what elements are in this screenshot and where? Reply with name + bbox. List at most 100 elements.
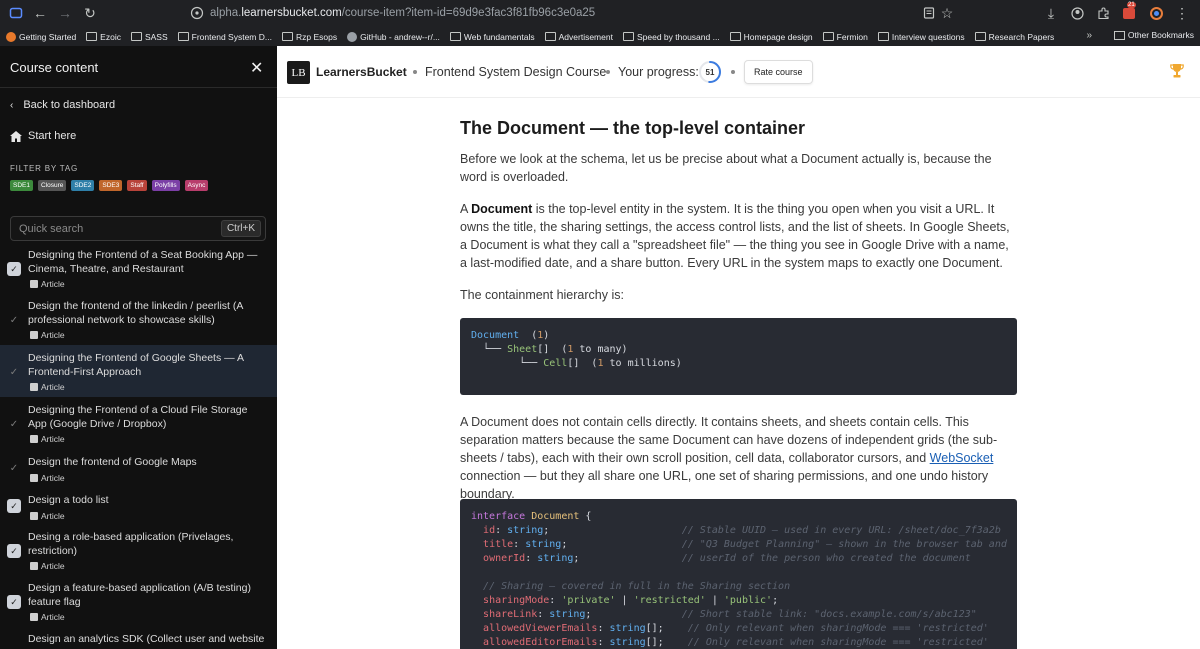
chevron-left-icon: ‹: [10, 99, 14, 111]
colorful-extension-icon[interactable]: [1146, 3, 1166, 23]
progress-label: Your progress:: [618, 65, 699, 79]
bookmark-item[interactable]: Fermion: [822, 32, 868, 42]
completed-check-icon[interactable]: ✓: [7, 499, 21, 513]
lesson-type: Article: [30, 434, 65, 444]
quick-search-input[interactable]: Quick search Ctrl+K: [10, 216, 266, 241]
completed-check-icon[interactable]: ✓: [7, 544, 21, 558]
lesson-type: Article: [30, 473, 65, 483]
folder-icon: [822, 32, 834, 41]
more-bookmarks-icon[interactable]: »: [1086, 30, 1092, 41]
browser-chrome: ← → ↻ alpha.learnersbucket.com/course-it…: [0, 0, 1200, 46]
tag-filter-async[interactable]: Async: [184, 180, 209, 191]
close-icon[interactable]: ✕: [250, 58, 263, 78]
course-title: Frontend System Design Course: [425, 65, 607, 79]
reader-mode-icon[interactable]: [919, 3, 939, 23]
tag-filter-sde3[interactable]: SDE3: [99, 180, 123, 191]
incomplete-check-icon[interactable]: ✓: [7, 417, 21, 431]
bookmark-item[interactable]: GitHub - andrew--r/...: [347, 31, 440, 42]
code-block-document-interface: interface Document { id: string; // Stab…: [460, 499, 1017, 649]
bookmark-item[interactable]: Frontend System D...: [177, 31, 272, 42]
bookmark-item[interactable]: Rzp Esops: [281, 32, 337, 42]
home-icon: [10, 130, 22, 142]
lesson-type-label: Article: [41, 382, 65, 392]
bookmark-label: Speed by thousand ...: [636, 31, 720, 42]
menu-icon[interactable]: ⋮: [1172, 3, 1192, 23]
start-here-link[interactable]: Start here: [10, 130, 76, 142]
bookmark-item[interactable]: SASS: [130, 32, 168, 42]
back-icon[interactable]: ←: [30, 3, 50, 23]
tag-filter-closure[interactable]: Closure: [37, 180, 67, 191]
incomplete-check-icon[interactable]: ✓: [7, 313, 21, 327]
tag-filter-sde1[interactable]: SDE1: [10, 180, 33, 191]
bookmark-label: Advertisement: [558, 31, 613, 42]
bookmark-label: Frontend System D...: [191, 31, 272, 42]
reload-icon[interactable]: ↻: [80, 3, 100, 23]
address-bar[interactable]: alpha.learnersbucket.com/course-item?ite…: [178, 1, 962, 24]
completed-check-icon[interactable]: ✓: [7, 595, 21, 609]
site-info-icon[interactable]: [190, 6, 204, 20]
article-icon: [30, 562, 38, 570]
brand-name[interactable]: LearnersBucket: [316, 65, 407, 79]
folder-icon: [974, 32, 986, 41]
bookmark-item[interactable]: Advertisement: [544, 31, 613, 42]
forward-icon[interactable]: →: [55, 3, 75, 23]
lesson-item[interactable]: ✓ Design a todo list Article: [0, 487, 277, 524]
download-icon[interactable]: ⤓: [1041, 3, 1061, 23]
search-shortcut-badge: Ctrl+K: [220, 220, 261, 237]
extensions-icon[interactable]: [1093, 3, 1113, 23]
lesson-type: Article: [30, 279, 65, 289]
incomplete-check-icon[interactable]: ✓: [7, 365, 21, 379]
article-icon: [30, 383, 38, 391]
paragraph-separation: A Document does not contain cells direct…: [460, 415, 998, 501]
course-topbar: LB LearnersBucket Frontend System Design…: [277, 46, 1200, 98]
completed-check-icon[interactable]: ✓: [7, 262, 21, 276]
bookmark-star-icon[interactable]: ☆: [937, 3, 957, 23]
bookmark-label: Ezoic: [100, 31, 121, 42]
back-to-dashboard-link[interactable]: ‹ Back to dashboard: [10, 99, 115, 111]
bookmark-item[interactable]: Interview questions: [877, 32, 965, 42]
lesson-item[interactable]: ✓Design an analytics SDK (Collect user a…: [0, 626, 277, 649]
tag-filter-sde2[interactable]: SDE2: [71, 180, 95, 191]
bookmark-item[interactable]: Ezoic: [86, 32, 121, 42]
bookmark-item[interactable]: Getting Started: [6, 31, 76, 42]
back-to-dashboard-label: Back to dashboard: [23, 99, 116, 111]
lesson-item[interactable]: ✓ Design the frontend of Google Maps Artic…: [0, 449, 277, 487]
lesson-item[interactable]: ✓ Designing the Frontend of Google Sheets…: [0, 345, 277, 397]
bookmark-label: Research Papers: [988, 31, 1055, 42]
bookmark-item[interactable]: Homepage design: [729, 32, 813, 42]
article-icon: [30, 613, 38, 621]
tag-filter-polyfills[interactable]: Polyfills: [151, 180, 180, 191]
article-icon: [30, 435, 38, 443]
bookmark-item[interactable]: Web fundamentals: [449, 32, 535, 42]
lesson-item[interactable]: ✓ Designing the Frontend of a Cloud File …: [0, 397, 277, 449]
bookmark-item[interactable]: Research Papers: [974, 31, 1055, 42]
paragraph-intro: Before we look at the schema, let us be …: [460, 152, 992, 184]
lesson-title: Designing the Frontend of Google Sheets …: [28, 352, 244, 378]
lesson-item[interactable]: ✓ Desing a role-based application (Privel…: [0, 524, 277, 575]
rate-course-button[interactable]: Rate course: [744, 60, 813, 84]
extension-badge-icon[interactable]: 21: [1119, 2, 1139, 23]
bookmark-label: GitHub - andrew--r/...: [360, 31, 440, 42]
other-bookmarks[interactable]: Other Bookmarks: [1113, 30, 1194, 40]
trophy-icon[interactable]: [1170, 63, 1184, 79]
lesson-title: Design a feature-based application (A/B …: [28, 582, 251, 608]
learnersbucket-logo[interactable]: LB: [287, 61, 310, 84]
sidebar-title: Course content: [10, 60, 99, 75]
websocket-link[interactable]: WebSocket: [930, 451, 994, 465]
account-icon[interactable]: [1067, 3, 1087, 23]
bookmark-item[interactable]: Speed by thousand ...: [622, 31, 720, 42]
folder-icon: [86, 32, 98, 41]
progress-value: 51: [705, 67, 715, 77]
lesson-item[interactable]: ✓ Design a feature-based application (A/B…: [0, 575, 277, 626]
section-heading: The Document — the top-level container: [460, 118, 806, 138]
tag-filter-staff[interactable]: Staff: [127, 180, 147, 191]
folder-icon: [281, 32, 293, 41]
lesson-type-label: Article: [41, 330, 65, 340]
other-bookmarks-label: Other Bookmarks: [1127, 30, 1194, 40]
tab-overview-icon[interactable]: [6, 3, 26, 23]
paragraph-document-definition: A Document is the top-level entity in th…: [460, 202, 1010, 270]
lesson-item[interactable]: ✓ Designing the Frontend of a Seat Bookin…: [0, 242, 277, 293]
lesson-item[interactable]: ✓ Design the frontend of the linkedin / p…: [0, 293, 277, 345]
lesson-type-label: Article: [41, 473, 65, 483]
incomplete-check-icon[interactable]: ✓: [7, 461, 21, 475]
